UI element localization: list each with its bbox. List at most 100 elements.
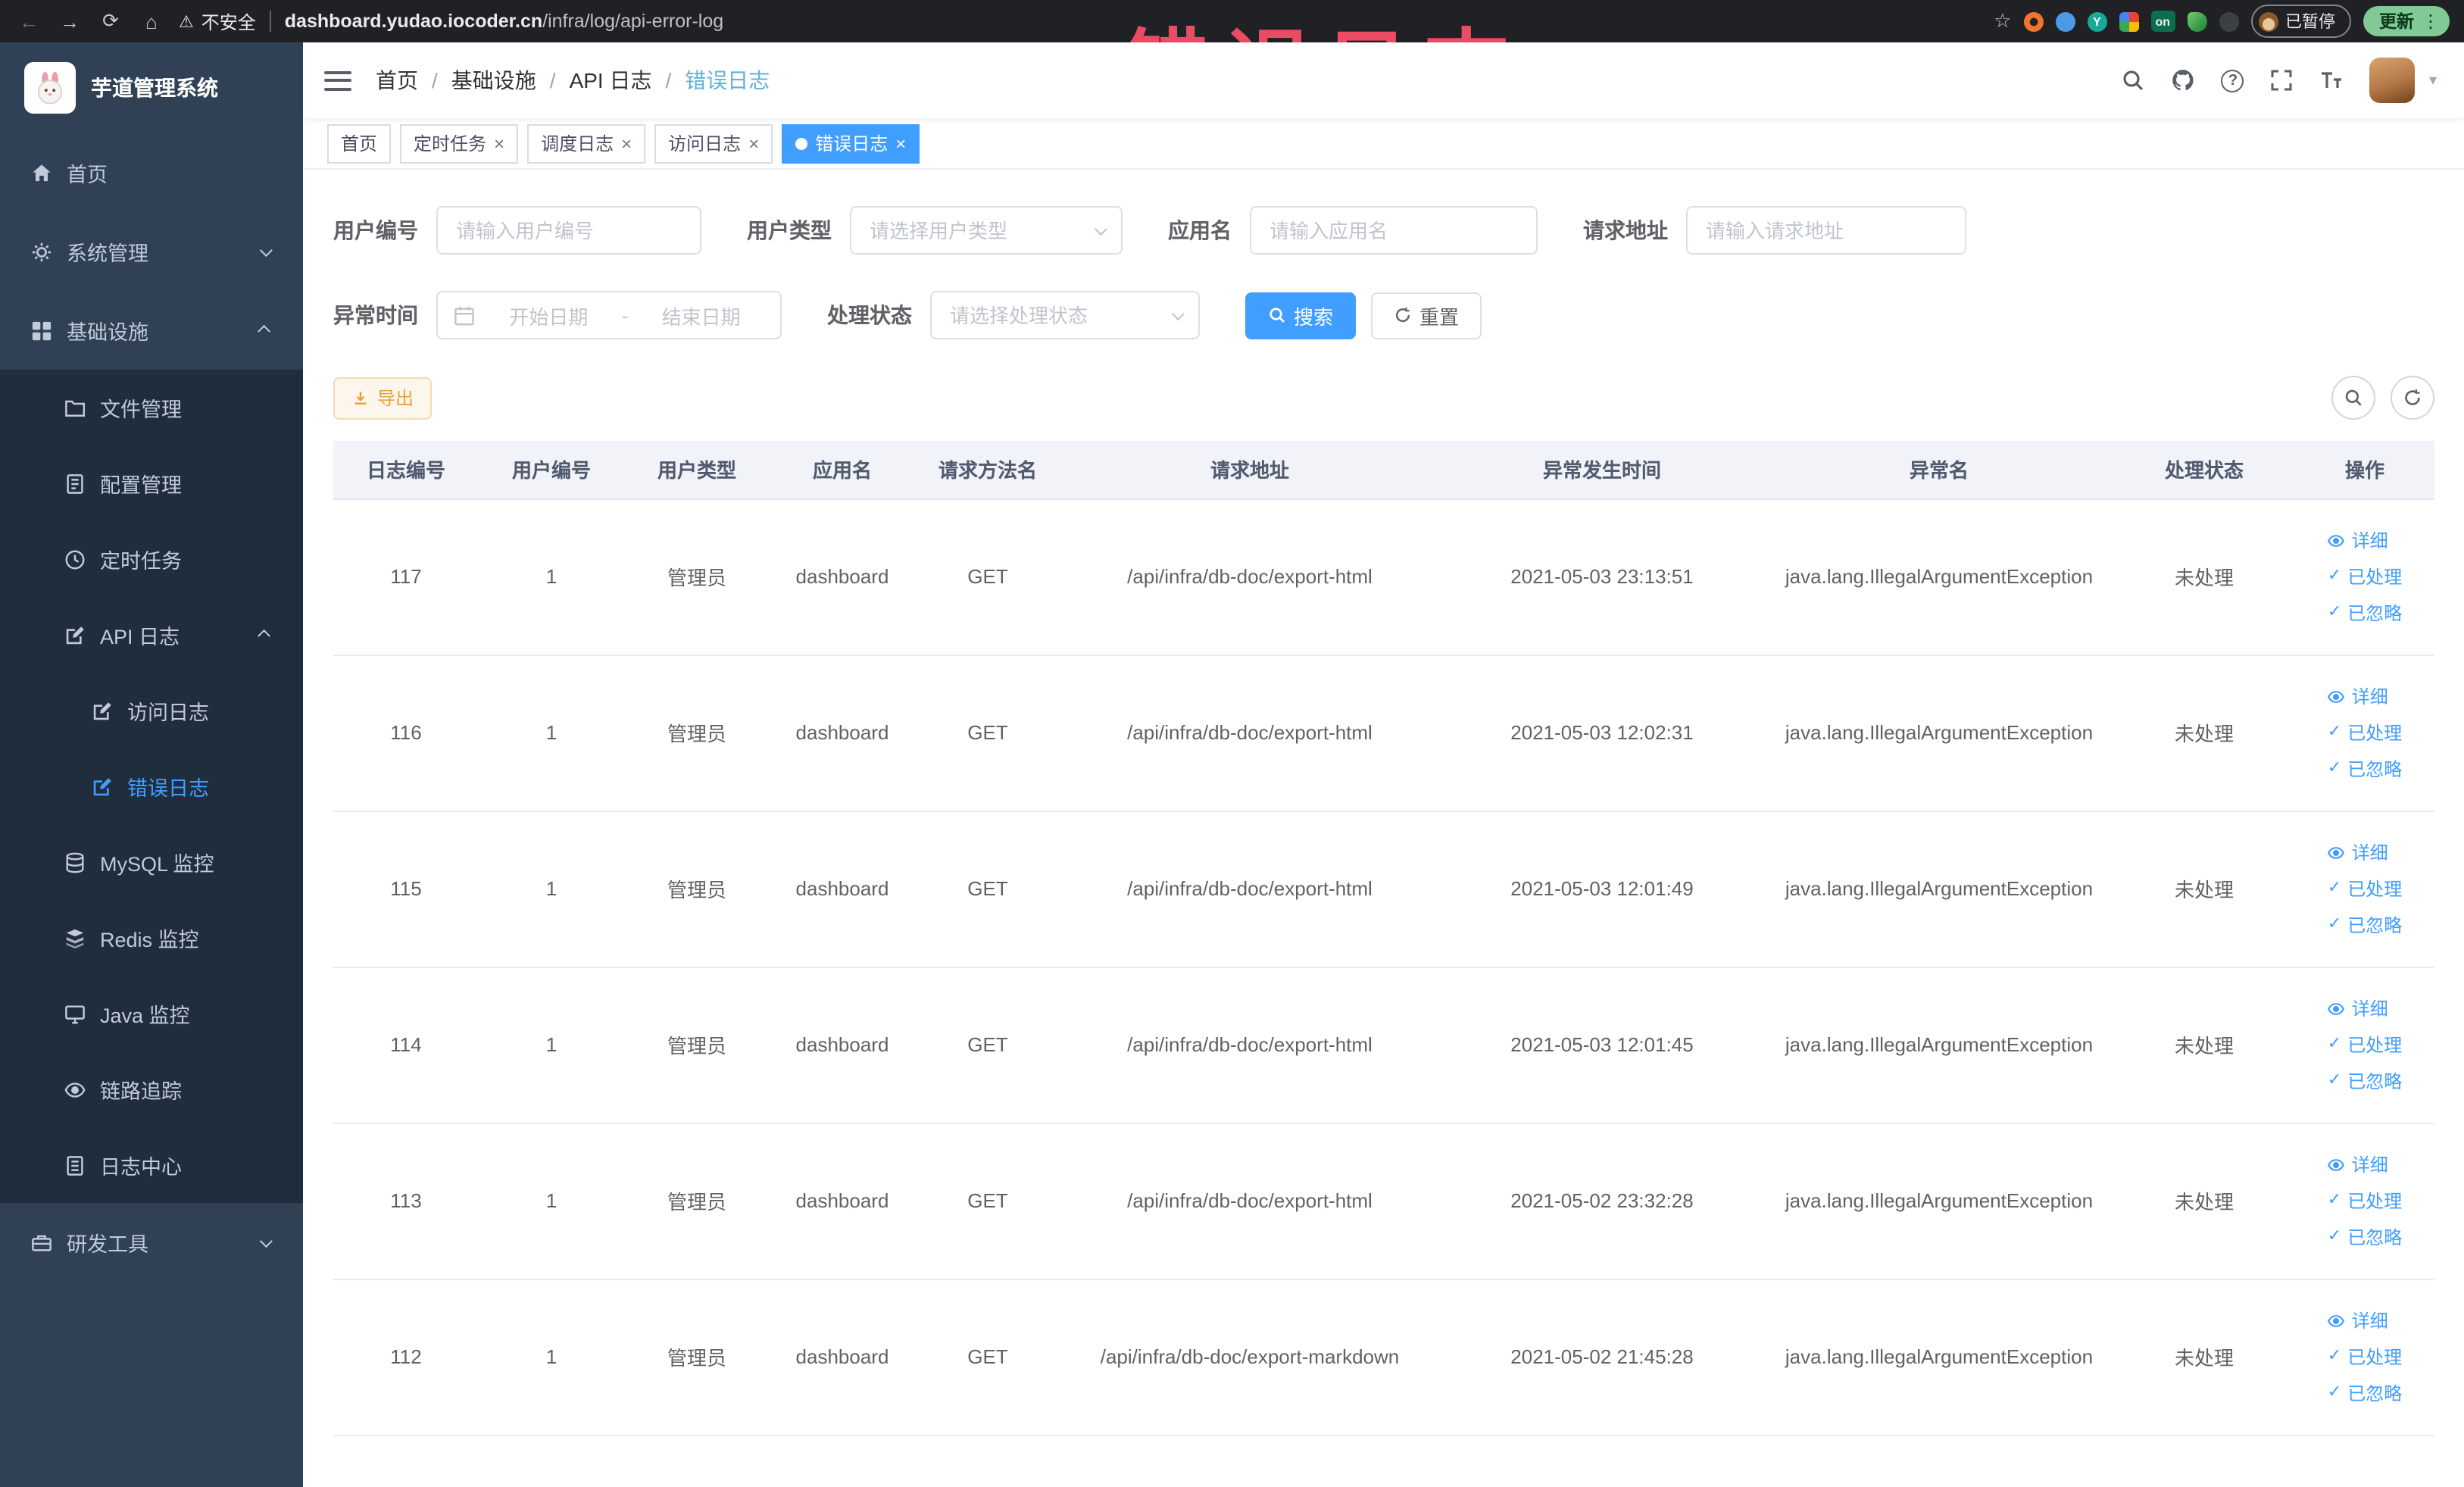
github-button[interactable] <box>2172 68 2196 92</box>
chevron-down-icon[interactable]: ▾ <box>2429 72 2437 89</box>
close-icon[interactable]: × <box>748 134 759 152</box>
mark-processed-link[interactable]: ✓ 已处理 <box>2328 564 2402 589</box>
refresh-table-button[interactable] <box>2390 376 2434 420</box>
sidebar-item-infrastructure[interactable]: 基础设施 <box>0 291 303 370</box>
extension-icon-teal[interactable]: Y <box>2087 11 2107 31</box>
extension-icon-blue[interactable] <box>2055 11 2075 31</box>
app-logo[interactable]: 芋道管理系统 <box>0 42 303 133</box>
sidebar-item-mysql-monitor[interactable]: MySQL 监控 <box>0 824 303 900</box>
user-id-input[interactable] <box>436 206 701 255</box>
tab-home[interactable]: 首页 <box>327 123 392 163</box>
mark-processed-link[interactable]: ✓ 已处理 <box>2328 1344 2402 1370</box>
cell-exception-name: java.lang.IllegalArgumentException <box>1765 1123 2113 1279</box>
forward-button[interactable]: → <box>56 8 83 35</box>
reset-button[interactable]: 重置 <box>1371 292 1482 339</box>
export-button[interactable]: 导出 <box>333 376 433 419</box>
tab-scheduled-task[interactable]: 定时任务 × <box>400 123 519 163</box>
mark-processed-link[interactable]: ✓ 已处理 <box>2328 720 2402 745</box>
document-icon <box>64 472 86 495</box>
filter-exception-time: 异常时间 开始日期 - 结束日期 <box>333 291 782 339</box>
cell-exception-time: 2021-05-03 12:02:31 <box>1439 654 1765 811</box>
detail-link[interactable]: 详细 <box>2328 995 2388 1021</box>
sidebar-item-java-monitor[interactable]: Java 监控 <box>0 976 303 1051</box>
extension-icon-leaf[interactable] <box>2187 11 2206 31</box>
breadcrumb-item-api-logs[interactable]: API 日志 <box>570 65 652 95</box>
browser-home-button[interactable]: ⌂ <box>138 8 165 35</box>
close-icon[interactable]: × <box>621 134 632 152</box>
extension-icon-orange[interactable] <box>2023 11 2044 31</box>
end-date-placeholder: 结束日期 <box>661 305 741 328</box>
hamburger-menu-button[interactable] <box>324 70 351 90</box>
breadcrumb-item-infrastructure[interactable]: 基础设施 <box>451 65 536 95</box>
detail-link[interactable]: 详细 <box>2328 683 2388 709</box>
sidebar-item-trace[interactable]: 链路追踪 <box>0 1051 303 1127</box>
detail-link[interactable]: 详细 <box>2328 1307 2388 1333</box>
breadcrumb-item-home[interactable]: 首页 <box>376 65 418 95</box>
exception-time-range-picker[interactable]: 开始日期 - 结束日期 <box>436 291 782 339</box>
detail-link[interactable]: 详细 <box>2328 839 2388 865</box>
sidebar-item-home[interactable]: 首页 <box>0 133 303 212</box>
sidebar-item-system-management[interactable]: 系统管理 <box>0 212 303 291</box>
paused-badge[interactable]: 已暂停 <box>2250 5 2350 38</box>
update-button[interactable]: 更新 ⋮ <box>2363 6 2449 36</box>
mark-processed-link[interactable]: ✓ 已处理 <box>2328 1188 2402 1214</box>
font-size-button[interactable] <box>2320 68 2344 92</box>
mark-ignored-link[interactable]: ✓ 已忽略 <box>2328 1380 2402 1406</box>
back-button[interactable]: ← <box>15 8 42 35</box>
col-exception-time: 异常发生时间 <box>1439 441 1765 499</box>
close-icon[interactable]: × <box>895 134 906 152</box>
mark-ignored-link[interactable]: ✓ 已忽略 <box>2328 1224 2402 1250</box>
detail-link[interactable]: 详细 <box>2328 527 2388 553</box>
mark-ignored-link[interactable]: ✓ 已忽略 <box>2328 1068 2402 1094</box>
app-name-input[interactable] <box>1250 206 1538 255</box>
search-submit-button[interactable]: 搜索 <box>1245 292 1357 339</box>
sidebar-item-redis-monitor[interactable]: Redis 监控 <box>0 900 303 976</box>
warning-icon: ⚠ <box>179 13 194 31</box>
search-icon <box>1269 308 1285 323</box>
sidebar-item-access-logs[interactable]: 访问日志 <box>0 673 303 748</box>
mark-ignored-link[interactable]: ✓ 已忽略 <box>2328 912 2402 938</box>
user-avatar[interactable] <box>2369 58 2416 103</box>
col-request-url: 请求地址 <box>1060 441 1439 499</box>
sidebar-item-error-logs[interactable]: 错误日志 <box>0 748 303 824</box>
toggle-search-button[interactable] <box>2331 376 2375 420</box>
tab-error-log[interactable]: 错误日志 × <box>782 123 920 163</box>
sidebar-item-config-management[interactable]: 配置管理 <box>0 445 303 521</box>
browser-menu-icon[interactable]: ⋮ <box>2422 11 2440 32</box>
briefcase-icon <box>30 1231 53 1254</box>
sidebar-item-label: Redis 监控 <box>100 929 199 951</box>
mark-processed-link[interactable]: ✓ 已处理 <box>2328 1032 2402 1057</box>
extension-icon-on[interactable]: on <box>2150 11 2175 32</box>
sidebar-item-log-center[interactable]: 日志中心 <box>0 1127 303 1203</box>
reload-button[interactable]: ⟳ <box>97 8 124 35</box>
mark-ignored-link[interactable]: ✓ 已忽略 <box>2328 756 2402 782</box>
extension-icon-paw[interactable] <box>2219 11 2238 31</box>
process-status-select-input[interactable] <box>930 291 1200 339</box>
sidebar-item-api-logs[interactable]: API 日志 <box>0 597 303 673</box>
user-type-select[interactable] <box>850 206 1123 255</box>
breadcrumb: 首页 / 基础设施 / API 日志 / 错误日志 <box>376 65 770 95</box>
request-url-input[interactable] <box>1686 206 1966 255</box>
mark-ignored-link[interactable]: ✓ 已忽略 <box>2328 600 2402 626</box>
sidebar-item-label: 错误日志 <box>127 777 209 800</box>
sidebar-item-scheduled-tasks[interactable]: 定时任务 <box>0 521 303 597</box>
check-icon: ✓ <box>2327 759 2342 777</box>
tab-access-log[interactable]: 访问日志 × <box>654 123 773 163</box>
tab-schedule-log[interactable]: 调度日志 × <box>527 123 646 163</box>
process-status-select[interactable] <box>930 291 1200 339</box>
address-bar[interactable]: dashboard.yudao.iocoder.cn/infra/log/api… <box>285 11 1980 32</box>
cell-exception-time: 2021-05-03 12:01:45 <box>1439 967 1765 1123</box>
sidebar-item-file-management[interactable]: 文件管理 <box>0 370 303 445</box>
detail-link[interactable]: 详细 <box>2328 1151 2388 1177</box>
mark-processed-link[interactable]: ✓ 已处理 <box>2328 876 2402 901</box>
fullscreen-button[interactable] <box>2270 68 2294 92</box>
search-button[interactable] <box>2122 68 2146 92</box>
close-icon[interactable]: × <box>494 134 504 152</box>
check-icon: ✓ <box>2327 1347 2342 1365</box>
sidebar-item-dev-tools[interactable]: 研发工具 <box>0 1203 303 1282</box>
bookmark-star-icon[interactable]: ☆ <box>1994 9 2011 33</box>
security-chip[interactable]: ⚠ 不安全 <box>179 8 256 34</box>
extension-icon-grid[interactable] <box>2119 11 2139 31</box>
user-type-select-input[interactable] <box>850 206 1123 255</box>
help-button[interactable]: ? <box>2221 69 2244 92</box>
